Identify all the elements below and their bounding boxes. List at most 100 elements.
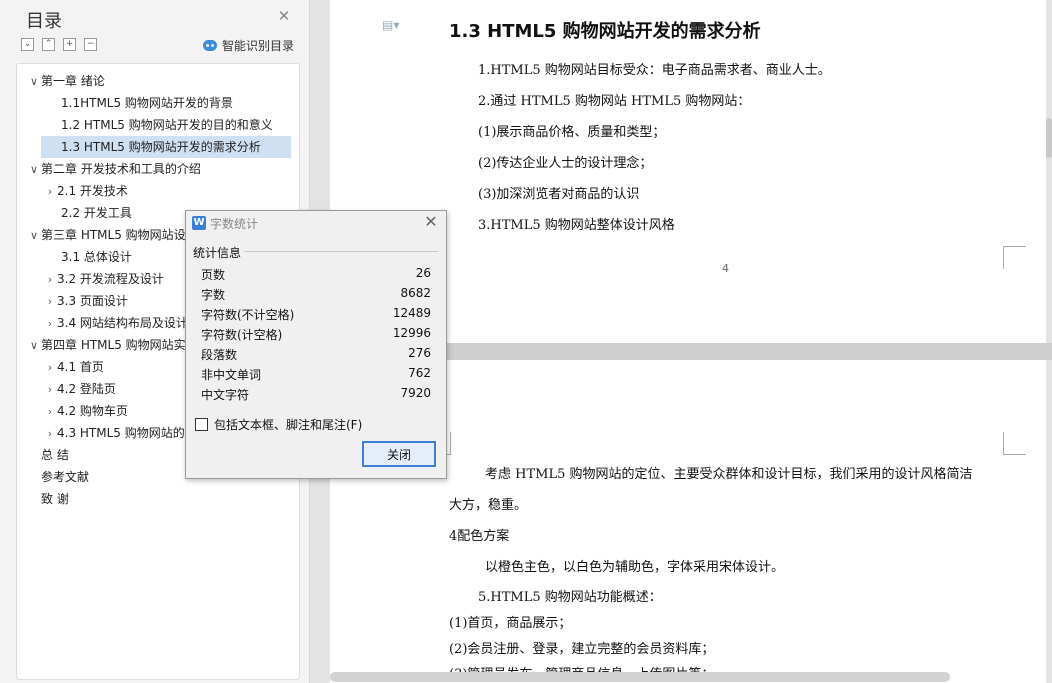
stat-value: 26: [415, 266, 431, 280]
page-number: 4: [722, 262, 729, 275]
toc-item-label: 总 结: [41, 448, 69, 462]
toc-item[interactable]: 致 谢: [17, 488, 299, 510]
toc-title: 目录: [26, 11, 62, 32]
stat-row: 字符数(不计空格) 12489: [201, 306, 431, 326]
stat-value: 762: [408, 366, 431, 380]
toc-item[interactable]: 1.2 HTML5 购物网站开发的目的和意义: [17, 114, 299, 136]
paragraph: 3.HTML5 购物网站整体设计风格: [478, 218, 675, 233]
toc-item-label: 第四章 HTML5 购物网站实: [41, 338, 186, 352]
toc-item-label: 1.1HTML5 购物网站开发的背景: [61, 96, 233, 110]
toc-item-label: 3.1 总体设计: [61, 250, 132, 264]
paragraph: (1)首页，商品展示；: [449, 616, 572, 631]
chevron-right-icon[interactable]: ›: [43, 291, 57, 312]
word-count-dialog: W 字数统计 ✕ 统计信息 页数 26 字数 8682 字符数(不计空格) 12489 字符…: [185, 210, 447, 479]
stat-value: 12489: [392, 306, 431, 320]
chevron-right-icon[interactable]: ›: [43, 269, 57, 290]
stat-value: 7920: [400, 386, 431, 400]
paragraph: (2)会员注册、登录，建立完整的会员资料库；: [449, 642, 715, 657]
toc-item-label: 第三章 HTML5 购物网站设: [41, 228, 186, 242]
chevron-right-icon[interactable]: ›: [43, 357, 57, 378]
stat-row: 非中文单词 762: [201, 366, 431, 386]
checkbox-label: 包括文本框、脚注和尾注(F): [214, 418, 363, 432]
paragraph: 考虑 HTML5 购物网站的定位、主要受众群体和设计目标，我们采用的设计风格简洁: [485, 467, 973, 482]
paragraph-menu-icon[interactable]: ▤▾: [382, 18, 404, 32]
crop-mark: [1003, 432, 1026, 455]
paragraph: (3)加深浏览者对商品的认识: [478, 187, 640, 202]
toc-item-label: 第一章 绪论: [41, 74, 105, 88]
toc-item[interactable]: 1.3 HTML5 购物网站开发的需求分析: [41, 136, 291, 158]
toc-item-label: 致 谢: [41, 492, 69, 506]
stat-value: 276: [408, 346, 431, 360]
toc-item-label: 4.2 购物车页: [57, 404, 128, 418]
toc-item-label: 参考文献: [41, 470, 90, 484]
toc-item-label: 4.2 登陆页: [57, 382, 116, 396]
section-heading: 1.3 HTML5 购物网站开发的需求分析: [449, 21, 761, 42]
include-textbox-checkbox[interactable]: 包括文本框、脚注和尾注(F): [195, 416, 362, 433]
horizontal-scrollbar[interactable]: [330, 672, 950, 682]
chevron-right-icon[interactable]: ›: [43, 181, 57, 202]
paragraph: 1.HTML5 购物网站目标受众：电子商品需求者、商业人士。: [478, 63, 831, 78]
toc-close-icon[interactable]: ✕: [277, 9, 291, 24]
toc-item-label: 1.3 HTML5 购物网站开发的需求分析: [61, 140, 261, 154]
collapse-all-icon[interactable]: ⌄: [21, 38, 34, 51]
close-button[interactable]: 关闭: [362, 441, 436, 467]
dialog-close-icon[interactable]: ✕: [423, 214, 439, 230]
toc-item[interactable]: › 2.1 开发技术: [17, 180, 299, 202]
paragraph: 大方，稳重。: [449, 498, 528, 513]
toc-item-label: 2.1 开发技术: [57, 184, 128, 198]
dialog-title: 字数统计: [210, 217, 259, 231]
toc-item-label: 4.3 HTML5 购物网站的: [57, 426, 185, 440]
robot-icon: [203, 40, 217, 51]
toc-toolbar: ⌄ ⌃ + −: [21, 38, 97, 51]
expand-all-icon[interactable]: ⌃: [42, 38, 55, 51]
toc-item-label: 2.2 开发工具: [61, 206, 132, 220]
smart-toc-button[interactable]: 智能识别目录: [203, 37, 294, 54]
paragraph: 2.通过 HTML5 购物网站 HTML5 购物网站：: [478, 94, 751, 109]
toc-item[interactable]: 1.1HTML5 购物网站开发的背景: [17, 92, 299, 114]
chevron-down-icon[interactable]: ∨: [27, 225, 41, 246]
toc-item-label: 3.2 开发流程及设计: [57, 272, 164, 286]
remove-heading-icon[interactable]: −: [84, 38, 97, 51]
stat-row: 段落数 276: [201, 346, 431, 366]
chevron-down-icon[interactable]: ∨: [27, 71, 41, 92]
stat-label: 字符数(不计空格): [201, 308, 295, 322]
paragraph: 5.HTML5 购物网站功能概述：: [478, 590, 662, 605]
stat-label: 页数: [201, 268, 226, 282]
stat-row: 页数 26: [201, 266, 431, 286]
chevron-down-icon[interactable]: ∨: [27, 335, 41, 356]
toc-item-label: 第二章 开发技术和工具的介绍: [41, 162, 201, 176]
toc-item-label: 4.1 首页: [57, 360, 104, 374]
stat-row: 字数 8682: [201, 286, 431, 306]
toc-item[interactable]: ∨ 第二章 开发技术和工具的介绍: [17, 158, 299, 180]
chevron-right-icon[interactable]: ›: [43, 423, 57, 444]
stat-row: 字符数(计空格) 12996: [201, 326, 431, 346]
checkbox-box[interactable]: [195, 418, 208, 431]
wps-logo-icon: W: [192, 216, 206, 230]
stat-row: 中文字符 7920: [201, 386, 431, 406]
crop-mark: [1003, 246, 1026, 269]
toc-item-label: 3.3 页面设计: [57, 294, 128, 308]
toc-item-label: 1.2 HTML5 购物网站开发的目的和意义: [61, 118, 273, 132]
stat-label: 中文字符: [201, 388, 250, 402]
stat-label: 段落数: [201, 348, 238, 362]
add-heading-icon[interactable]: +: [63, 38, 76, 51]
stat-label: 字符数(计空格): [201, 328, 283, 342]
stats-section-label: 统计信息: [193, 246, 242, 260]
toc-item[interactable]: ∨ 第一章 绪论: [17, 70, 299, 92]
section-divider: [244, 251, 438, 252]
stat-label: 字数: [201, 288, 226, 302]
paragraph: (2)传达企业人士的设计理念；: [478, 156, 653, 171]
smart-toc-label: 智能识别目录: [222, 39, 295, 53]
vertical-scrollbar[interactable]: [1046, 118, 1052, 158]
stat-label: 非中文单词: [201, 368, 262, 382]
stat-value: 12996: [392, 326, 431, 340]
paragraph: 以橙色主色，以白色为辅助色，字体采用宋体设计。: [485, 560, 785, 575]
paragraph: 4配色方案: [449, 529, 510, 544]
paragraph: (1)展示商品价格、质量和类型；: [478, 125, 666, 140]
chevron-right-icon[interactable]: ›: [43, 401, 57, 422]
toc-item-label: 3.4 网站结构布局及设计: [57, 316, 188, 330]
chevron-down-icon[interactable]: ∨: [27, 159, 41, 180]
stat-value: 8682: [400, 286, 431, 300]
chevron-right-icon[interactable]: ›: [43, 313, 57, 334]
chevron-right-icon[interactable]: ›: [43, 379, 57, 400]
